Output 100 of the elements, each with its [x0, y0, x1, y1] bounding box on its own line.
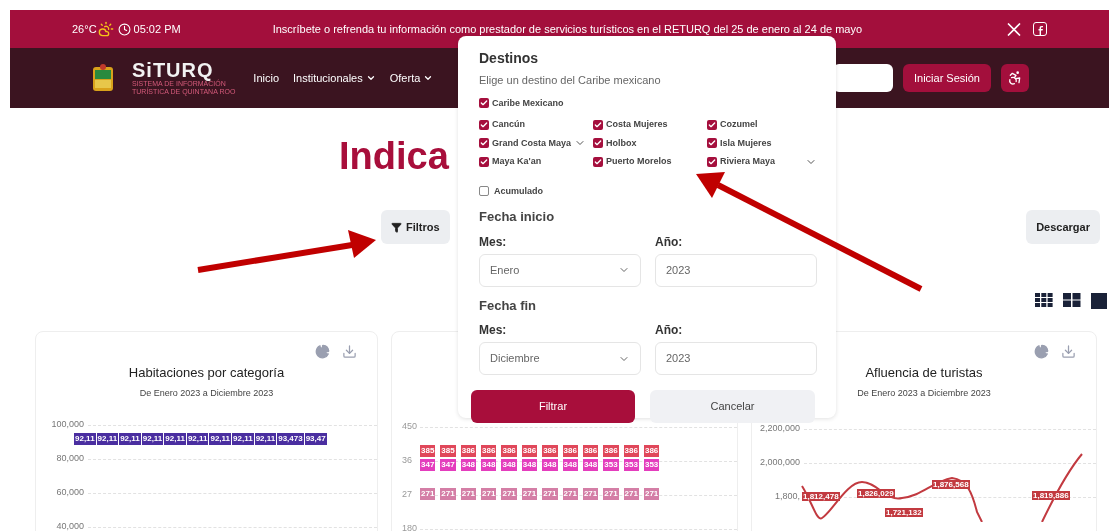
data-label: 271	[521, 488, 538, 500]
emblem-logo	[92, 64, 114, 92]
data-label: 348	[582, 459, 599, 471]
data-label: 348	[542, 459, 558, 471]
year-field[interactable]: 2023	[655, 342, 817, 375]
axis-label: 60,000	[55, 486, 85, 500]
checkbox[interactable]	[707, 156, 717, 167]
nav-link[interactable]: Institucionales	[293, 69, 376, 87]
axis-label: 1,800,	[773, 490, 801, 504]
data-label: 92,11	[141, 433, 164, 445]
nav-link[interactable]: Inicio	[253, 69, 279, 87]
filters-button[interactable]: Filtros	[381, 210, 450, 244]
temperature: 26°C	[72, 21, 97, 37]
month-select[interactable]: Enero	[479, 253, 641, 287]
time: 05:02 PM	[133, 21, 181, 37]
data-label: 348	[460, 459, 477, 471]
data-label: 386	[501, 445, 517, 457]
data-label: 271	[643, 488, 660, 500]
year-field[interactable]: 2023	[655, 253, 817, 287]
checkbox[interactable]	[479, 98, 489, 109]
axis-label: 36	[401, 454, 413, 468]
grid-view-icon[interactable]	[1063, 293, 1081, 307]
panel-title: Destinos	[479, 49, 540, 68]
data-label: 271	[603, 488, 619, 500]
data-label: 92,11	[164, 433, 186, 445]
data-label: 271	[623, 488, 639, 500]
data-label: 348	[501, 459, 517, 471]
data-label: 92,11	[74, 433, 96, 445]
checkbox[interactable]	[593, 119, 603, 130]
apply-button[interactable]: Filtrar	[471, 390, 635, 423]
announcement: Inscríbete o refrenda tu información como prestador de servicios turísticos en el RETURQ del 25 de enero al 24 de mayo	[272, 21, 863, 37]
checkbox-label: Cancún	[492, 118, 525, 131]
data-label: 92,11	[209, 433, 232, 445]
field-label: Año:	[655, 322, 684, 339]
nav-link[interactable]: Oferta	[389, 69, 434, 87]
accessibility-icon	[1007, 70, 1023, 86]
download-icon[interactable]	[342, 344, 357, 359]
checkbox[interactable]	[479, 119, 489, 130]
clock-icon	[117, 22, 131, 36]
logo-text: SiTURQ	[132, 60, 214, 80]
chart-title: Afluencia de turistas	[864, 364, 984, 382]
checkbox[interactable]	[479, 156, 489, 167]
x-icon[interactable]	[1007, 22, 1021, 36]
axis-label: 2,200,000	[760, 422, 802, 436]
data-label: 386	[623, 445, 639, 457]
checkbox-label: Acumulado	[494, 184, 543, 198]
chart-title: Habitaciones por categoría	[127, 364, 286, 382]
checkbox-label: Holbox	[606, 136, 637, 150]
data-label: 386	[460, 445, 477, 457]
page-title: Indica	[339, 134, 449, 179]
data-label: 353	[643, 459, 660, 471]
checkbox[interactable]	[479, 186, 489, 197]
checkbox[interactable]	[707, 119, 717, 130]
weather-icon	[97, 21, 114, 37]
data-label: 93,47	[304, 433, 327, 445]
data-label: 386	[542, 445, 558, 457]
axis-label: 80,000	[55, 452, 85, 466]
data-label: 348	[562, 459, 578, 471]
axis-label: 2,000,000	[760, 456, 802, 470]
pie-chart-icon[interactable]	[315, 344, 330, 359]
data-label: 385	[420, 445, 436, 457]
field-label: Mes:	[479, 322, 508, 339]
data-label: 1,826,029	[857, 489, 895, 498]
checkbox[interactable]	[707, 138, 717, 149]
section-heading: Fecha inicio	[479, 208, 556, 226]
section-heading: Fecha fin	[479, 296, 538, 315]
data-label: 347	[420, 459, 436, 471]
data-label: 386	[582, 445, 599, 457]
data-label: 353	[603, 459, 619, 471]
facebook-icon[interactable]	[1033, 22, 1047, 36]
data-label: 93,473	[277, 433, 304, 445]
checkbox[interactable]	[479, 138, 489, 149]
login-button[interactable]: Iniciar Sesión	[902, 64, 991, 92]
data-label: 271	[440, 488, 456, 500]
grid-view-icon[interactable]	[1035, 293, 1053, 307]
cancel-button[interactable]: Cancelar	[650, 390, 815, 423]
checkbox[interactable]	[593, 138, 603, 149]
month-select[interactable]: Diciembre	[479, 342, 641, 375]
chart-subtitle: De Enero 2023 a Diciembre 2023	[856, 386, 992, 400]
download-icon[interactable]	[1061, 344, 1076, 359]
axis-label: 450	[401, 420, 419, 434]
axis-label: 100,000	[50, 418, 85, 432]
download-button[interactable]: Descargar	[1026, 210, 1100, 244]
field-label: Mes:	[479, 233, 508, 251]
data-label: 92,11	[119, 433, 141, 445]
pie-chart-icon[interactable]	[1034, 344, 1049, 359]
checkbox-label: Costa Mujeres	[606, 118, 668, 131]
field-label: Año:	[655, 233, 684, 251]
accessibility-button[interactable]	[1001, 64, 1029, 92]
checkbox[interactable]	[593, 156, 603, 167]
data-label: 1,721,132	[885, 508, 923, 517]
data-label: 386	[521, 445, 538, 457]
chart-subtitle: De Enero 2023 a Diciembre 2023	[138, 386, 275, 400]
checkbox-label: Cozumel	[720, 118, 758, 131]
axis-label: 27	[401, 488, 413, 502]
data-label: 348	[521, 459, 538, 471]
data-label: 271	[582, 488, 599, 500]
data-label: 386	[562, 445, 578, 457]
data-label: 271	[562, 488, 578, 500]
data-label: 271	[420, 488, 436, 500]
